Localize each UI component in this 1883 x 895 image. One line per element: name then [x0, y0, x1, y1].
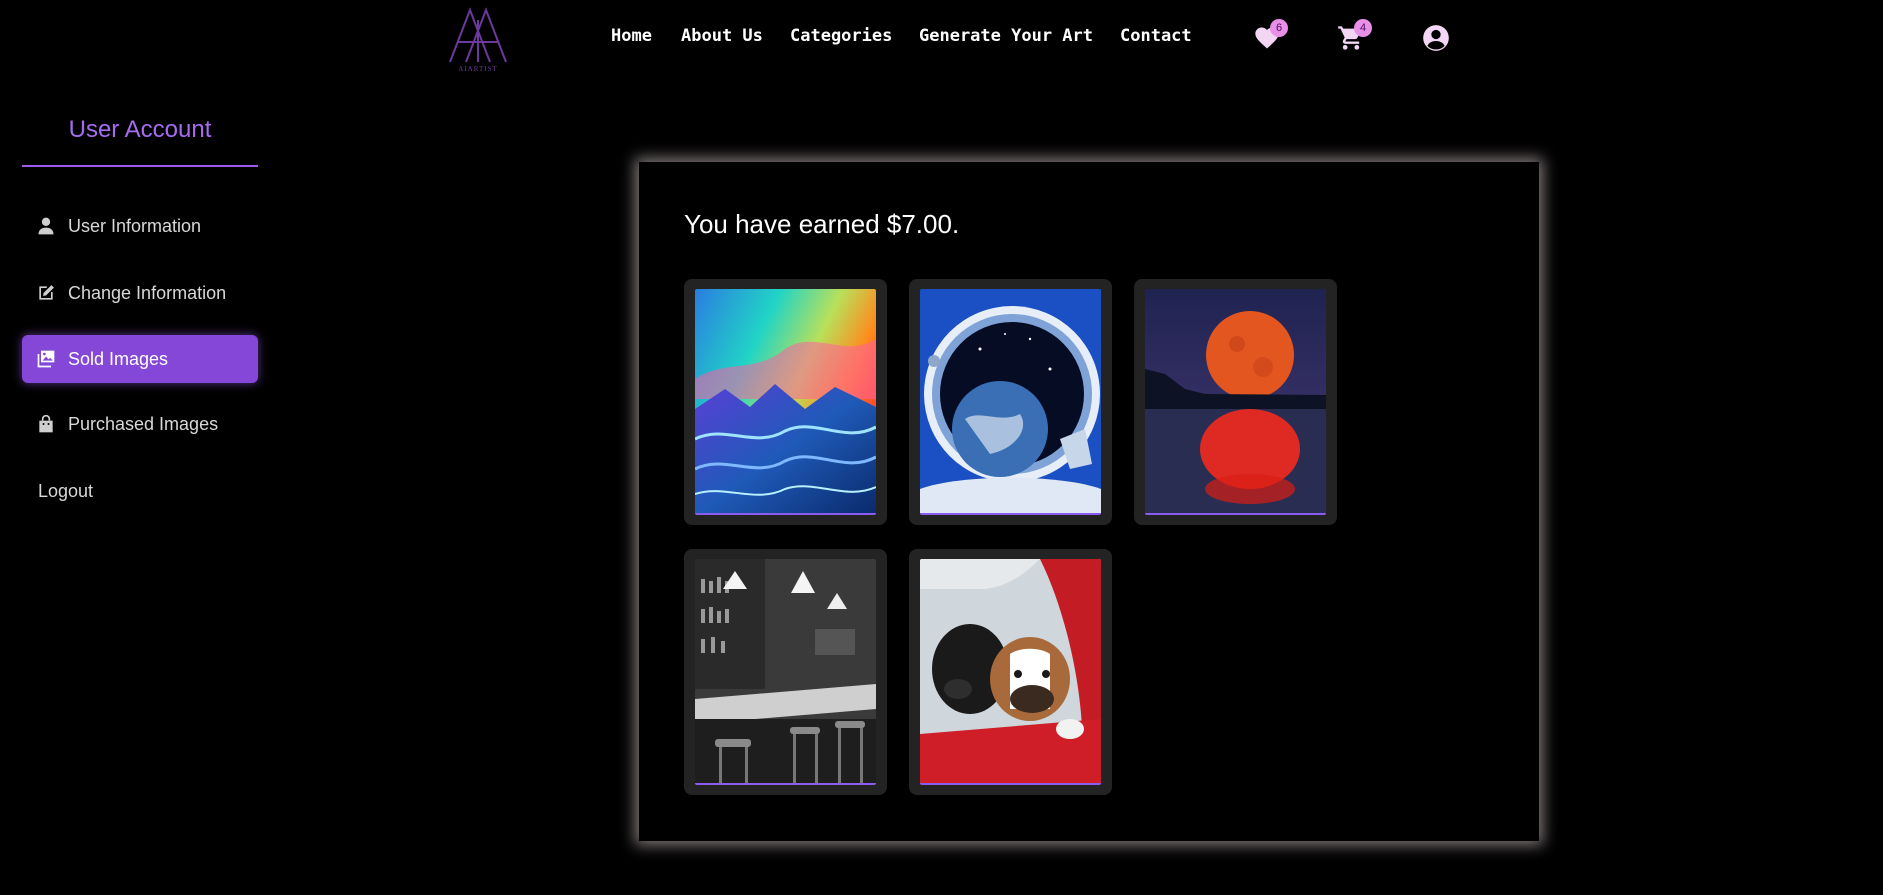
- edit-icon: [36, 283, 56, 303]
- nav-contact-link[interactable]: Contact: [1120, 26, 1192, 46]
- sidebar-item-label: Logout: [38, 480, 94, 501]
- sidebar-title: User Account: [22, 100, 258, 167]
- nav-categories-link[interactable]: Categories: [790, 26, 892, 46]
- cart-count-badge: 4: [1354, 19, 1372, 37]
- sold-image-card[interactable]: [684, 549, 887, 795]
- nav-home-link[interactable]: Home: [611, 26, 652, 46]
- nav-generate-link[interactable]: Generate Your Art: [919, 26, 1093, 46]
- artwork-thumbnail[interactable]: [1145, 289, 1326, 515]
- account-sidebar: User Account User Information Change Inf…: [22, 100, 258, 501]
- sidebar-item-label: Change Information: [68, 282, 227, 303]
- site-logo[interactable]: AIARTIST: [446, 6, 510, 76]
- sidebar-item-label: User Information: [68, 215, 202, 236]
- top-navbar: AIARTIST Home About Us Categories Genera…: [0, 0, 1883, 80]
- sold-images-panel: You have earned $7.00.: [639, 162, 1539, 841]
- sold-image-card[interactable]: [909, 279, 1112, 525]
- sidebar-item-logout[interactable]: Logout: [22, 467, 258, 515]
- wishlist-count-badge: 6: [1270, 19, 1288, 37]
- images-icon: [36, 349, 56, 369]
- account-button[interactable]: [1422, 24, 1452, 54]
- logo-text: AIARTIST: [458, 65, 498, 73]
- artwork-thumbnail[interactable]: [695, 559, 876, 785]
- sold-image-card[interactable]: [909, 549, 1112, 795]
- sidebar-item-purchased-images[interactable]: Purchased Images: [22, 400, 258, 448]
- sold-image-card[interactable]: [1134, 279, 1337, 525]
- wishlist-button[interactable]: 6: [1253, 19, 1288, 54]
- sidebar-item-change-information[interactable]: Change Information: [22, 269, 258, 317]
- earnings-text: You have earned $7.00.: [684, 209, 960, 239]
- sidebar-item-sold-images[interactable]: Sold Images: [22, 335, 258, 383]
- sold-image-card[interactable]: [684, 279, 887, 525]
- nav-about-link[interactable]: About Us: [681, 26, 763, 46]
- artwork-thumbnail[interactable]: [920, 559, 1101, 785]
- sidebar-item-user-information[interactable]: User Information: [22, 202, 258, 250]
- user-icon: [36, 216, 56, 236]
- logo-mark-icon: [449, 7, 507, 63]
- cart-button[interactable]: 4: [1337, 19, 1372, 54]
- bag-icon: [36, 414, 56, 434]
- user-circle-icon: [1423, 25, 1449, 51]
- artwork-thumbnail[interactable]: [920, 289, 1101, 515]
- artwork-thumbnail[interactable]: [695, 289, 876, 515]
- sidebar-item-label: Purchased Images: [68, 413, 219, 434]
- sidebar-item-label: Sold Images: [68, 348, 169, 369]
